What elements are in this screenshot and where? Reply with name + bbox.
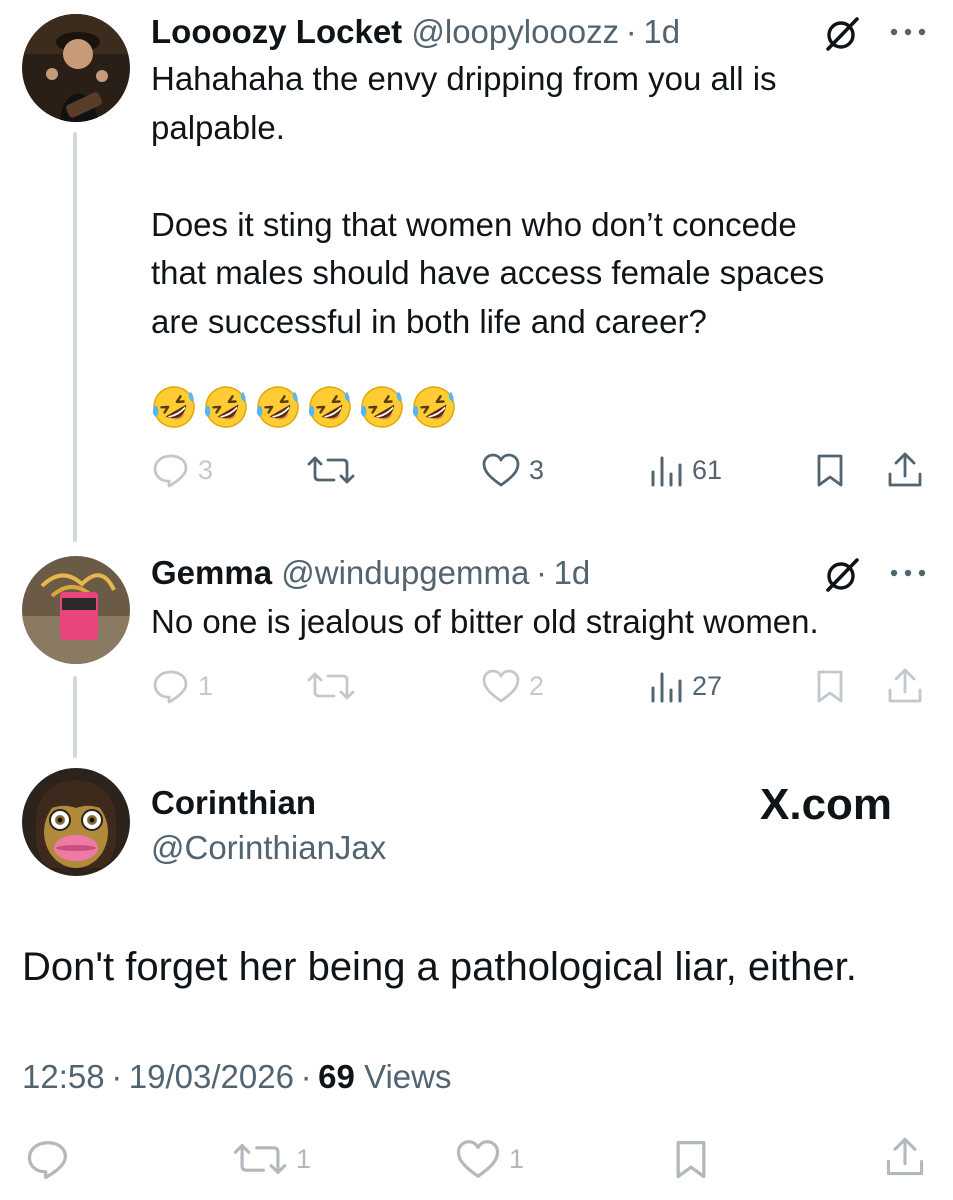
main-handle[interactable]: @CorinthianJax [151,828,386,868]
main-views-count: 69 [318,1058,355,1095]
like-button[interactable]: 3 [481,452,544,488]
main-date[interactable]: 19/03/2026 [129,1058,294,1095]
tweet2-line: No one is jealous of bitter old straight… [151,603,819,640]
repost-count: 1 [296,1143,312,1174]
rolling-laughing-emoji [307,384,353,430]
tweet1-line: that males should have access female spa… [151,254,825,291]
bookmark-button[interactable] [812,668,848,704]
tweet1-handle[interactable]: @loopylooozz [411,13,619,50]
reply-icon [152,452,190,488]
share-icon [884,1134,926,1180]
tweet2-header: Gemma @windupgemma · 1d [151,553,590,593]
views-button[interactable]: 27 [648,668,722,704]
views-button[interactable]: 61 [648,452,722,488]
separator-dot: · [104,1058,129,1095]
rolling-laughing-emoji [411,384,457,430]
like-button[interactable]: 2 [481,668,544,704]
heart-icon [455,1138,501,1180]
separator-dot: · [293,1058,319,1095]
reply-count: 1 [198,670,214,701]
repost-icon [306,452,356,488]
views-count: 27 [692,670,723,701]
thread-line-2 [73,676,77,758]
heart-icon [481,452,521,488]
like-button[interactable]: 1 [455,1138,524,1180]
tweet2-display-name[interactable]: Gemma [151,554,272,591]
share-button[interactable] [886,450,924,490]
grok-icon[interactable] [824,557,860,593]
share-button[interactable] [884,1134,926,1180]
tweet1-line: Hahahaha the envy dripping from you all … [151,60,777,97]
separator-dot: · [619,13,644,50]
grok-icon[interactable] [824,16,860,52]
emoji-row [151,384,457,430]
more-icon[interactable] [888,26,928,38]
repost-icon [306,668,356,704]
rolling-laughing-emoji [359,384,405,430]
repost-icon [232,1138,288,1180]
bookmark-icon [812,668,848,704]
avatar-loooozy[interactable] [22,14,130,122]
rolling-laughing-emoji [151,384,197,430]
bookmark-icon [670,1138,712,1180]
share-icon [886,666,924,706]
repost-button[interactable] [306,668,364,704]
tweet1-text: Hahahaha the envy dripping from you all … [151,55,921,346]
repost-button[interactable] [306,452,364,488]
views-count: 61 [692,454,723,485]
tweet1-time[interactable]: 1d [643,13,680,50]
tweet1-line: are successful in both life and career? [151,302,707,340]
reply-icon [152,668,190,704]
like-count: 2 [529,670,545,701]
share-icon [886,450,924,490]
tweet1-display-name[interactable]: Loooozy Locket [151,13,402,50]
views-icon [648,668,684,704]
more-icon[interactable] [888,567,928,579]
repost-button[interactable]: 1 [232,1138,311,1180]
x-com-watermark: X.com [760,780,893,829]
rolling-laughing-emoji [203,384,249,430]
views-icon [648,452,684,488]
main-tweet-text: Don't forget her being a pathological li… [22,945,857,989]
reply-button[interactable]: 1 [152,668,213,704]
reply-count: 3 [198,454,214,485]
main-tweet-meta: 12:58 · 19/03/2026 · 69 Views [22,1057,452,1097]
rolling-laughing-emoji [255,384,301,430]
tweet2-time[interactable]: 1d [554,554,591,591]
tweet1-header: Loooozy Locket @loopylooozz · 1d [151,12,680,52]
heart-icon [481,668,521,704]
main-views-label: Views [364,1058,452,1095]
reply-button[interactable]: 3 [152,452,213,488]
reply-icon [26,1138,70,1180]
bookmark-button[interactable] [812,452,848,488]
share-button[interactable] [886,666,924,706]
tweet2-handle[interactable]: @windupgemma [281,554,529,591]
tweet1-line: Does it sting that women who don’t conce… [151,205,797,243]
tweet2-text: No one is jealous of bitter old straight… [151,598,921,647]
like-count: 3 [529,454,545,485]
reply-button[interactable] [26,1138,78,1180]
main-time[interactable]: 12:58 [22,1058,105,1095]
bookmark-icon [812,452,848,488]
tweet1-line: palpable. [151,108,285,146]
avatar-corinthian[interactable] [22,768,130,876]
like-count: 1 [509,1143,525,1174]
thread-line-1 [73,132,77,542]
avatar-gemma[interactable] [22,556,130,664]
separator-dot: · [529,554,554,591]
main-display-name[interactable]: Corinthian [151,783,316,823]
bookmark-button[interactable] [670,1138,712,1180]
